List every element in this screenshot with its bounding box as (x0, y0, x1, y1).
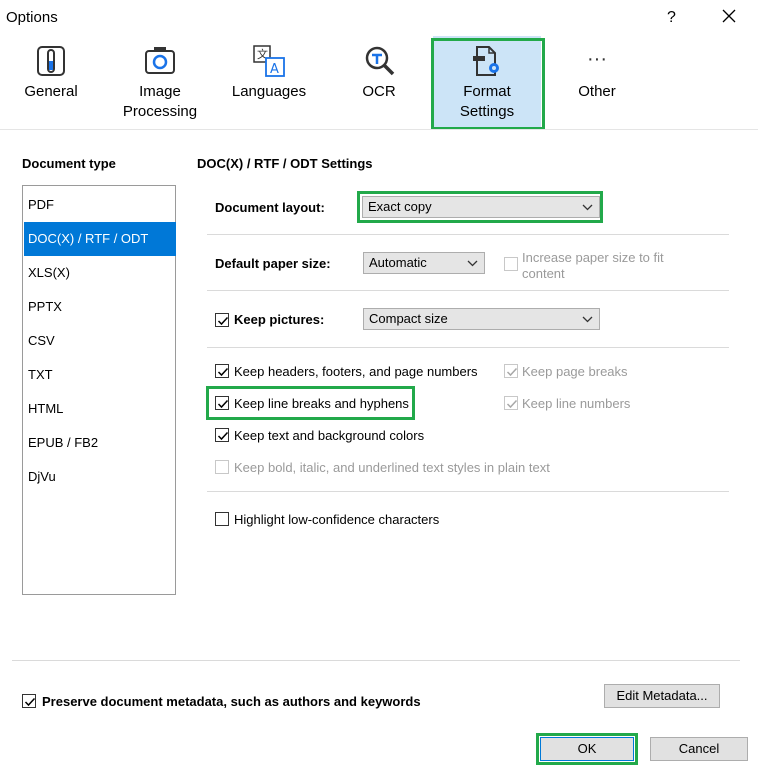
settings-divider-1 (207, 234, 729, 235)
tab-format-settings-label-2: Settings (459, 103, 515, 120)
preserve-metadata-label: Preserve document metadata, such as auth… (42, 694, 421, 709)
more-icon: ··· (587, 48, 607, 70)
tab-languages[interactable]: 文 A Languages (226, 36, 312, 128)
chevron-down-icon (582, 309, 593, 336)
keep-line-breaks-checkbox[interactable] (215, 396, 229, 410)
list-item-txt[interactable]: TXT (24, 358, 176, 392)
keep-colors-label: Keep text and background colors (234, 428, 425, 443)
tab-other[interactable]: ··· Other (562, 36, 632, 128)
increase-paper-label-line2: content (522, 266, 565, 281)
footer-divider (12, 660, 740, 661)
settings-divider-2 (207, 290, 729, 291)
keep-line-breaks-label: Keep line breaks and hyphens (234, 396, 409, 411)
list-item-csv[interactable]: CSV (24, 324, 176, 358)
increase-paper-checkbox[interactable] (504, 257, 518, 271)
close-icon (722, 9, 736, 23)
keep-page-breaks-checkbox[interactable] (504, 364, 518, 378)
keep-line-numbers-label: Keep line numbers (522, 396, 631, 411)
tab-ocr[interactable]: OCR (340, 36, 418, 128)
general-icon (37, 46, 65, 76)
chevron-down-icon (582, 197, 593, 224)
tab-image-processing[interactable]: Image Processing (116, 36, 204, 128)
tab-general[interactable]: General (14, 36, 88, 128)
paper-size-select[interactable]: Automatic (363, 252, 485, 274)
keep-headers-checkbox[interactable] (215, 364, 229, 378)
ocr-icon (365, 46, 395, 76)
list-item-epub[interactable]: EPUB / FB2 (24, 426, 176, 460)
document-type-title: Document type (22, 156, 116, 171)
tab-format-settings-label-1: Format (463, 83, 511, 100)
help-button[interactable]: ? (667, 9, 676, 27)
highlight-low-confidence-label: Highlight low-confidence characters (234, 512, 440, 527)
tab-image-processing-label-1: Image (139, 83, 181, 100)
paper-size-value: Automatic (369, 255, 427, 270)
cancel-button[interactable]: Cancel (650, 737, 748, 761)
document-type-list[interactable]: PDF DOC(X) / RTF / ODT XLS(X) PPTX CSV T… (22, 185, 176, 595)
keep-pictures-label: Keep pictures: (234, 312, 325, 327)
list-item-docx[interactable]: DOC(X) / RTF / ODT (24, 222, 176, 256)
window-title: Options (6, 9, 58, 26)
increase-paper-label: Increase paper size to fit content (522, 250, 664, 282)
keep-pictures-value: Compact size (369, 311, 448, 326)
settings-divider-3 (207, 347, 729, 348)
tab-other-label: Other (578, 83, 616, 100)
document-layout-label: Document layout: (215, 200, 325, 215)
document-layout-select[interactable]: Exact copy (362, 196, 600, 218)
keep-headers-label: Keep headers, footers, and page numbers (234, 364, 478, 379)
checkmark-icon (217, 399, 229, 409)
document-layout-value: Exact copy (368, 199, 432, 214)
settings-title: DOC(X) / RTF / ODT Settings (197, 156, 373, 171)
preserve-metadata-checkbox[interactable] (22, 694, 36, 708)
tab-format-settings[interactable]: Format Settings (433, 36, 541, 128)
languages-icon: 文 A (253, 45, 285, 77)
keep-styles-label: Keep bold, italic, and underlined text s… (234, 460, 550, 475)
checkmark-icon (506, 399, 518, 409)
tab-general-label: General (24, 83, 78, 100)
ok-button[interactable]: OK (540, 737, 634, 761)
list-item-pptx[interactable]: PPTX (24, 290, 176, 324)
checkmark-icon (24, 697, 36, 707)
format-settings-icon (473, 46, 499, 76)
image-processing-icon (145, 47, 175, 74)
checkmark-icon (217, 431, 229, 441)
paper-size-label: Default paper size: (215, 256, 331, 271)
keep-page-breaks-label: Keep page breaks (522, 364, 628, 379)
increase-paper-label-line1: Increase paper size to fit (522, 250, 664, 265)
options-toolbar: General Image Processing 文 A Languages O… (0, 36, 758, 128)
checkmark-icon (506, 367, 518, 377)
tab-ocr-label: OCR (362, 83, 396, 100)
keep-colors-checkbox[interactable] (215, 428, 229, 442)
list-item-html[interactable]: HTML (24, 392, 176, 426)
list-item-xlsx[interactable]: XLS(X) (24, 256, 176, 290)
close-button[interactable] (721, 8, 737, 29)
toolbar-separator (0, 129, 758, 130)
keep-line-numbers-checkbox[interactable] (504, 396, 518, 410)
list-item-djvu[interactable]: DjVu (24, 460, 176, 494)
tab-image-processing-label-2: Processing (122, 103, 198, 120)
list-item-pdf[interactable]: PDF (24, 188, 176, 222)
tab-languages-label: Languages (231, 83, 307, 100)
highlight-low-confidence-checkbox[interactable] (215, 512, 229, 526)
keep-pictures-checkbox[interactable] (215, 313, 229, 327)
keep-styles-checkbox[interactable] (215, 460, 229, 474)
settings-divider-4 (207, 491, 729, 492)
checkmark-icon (217, 316, 229, 326)
checkmark-icon (217, 367, 229, 377)
svg-text:A: A (270, 62, 279, 77)
keep-pictures-select[interactable]: Compact size (363, 308, 600, 330)
chevron-down-icon (467, 253, 478, 280)
edit-metadata-button[interactable]: Edit Metadata... (604, 684, 720, 708)
